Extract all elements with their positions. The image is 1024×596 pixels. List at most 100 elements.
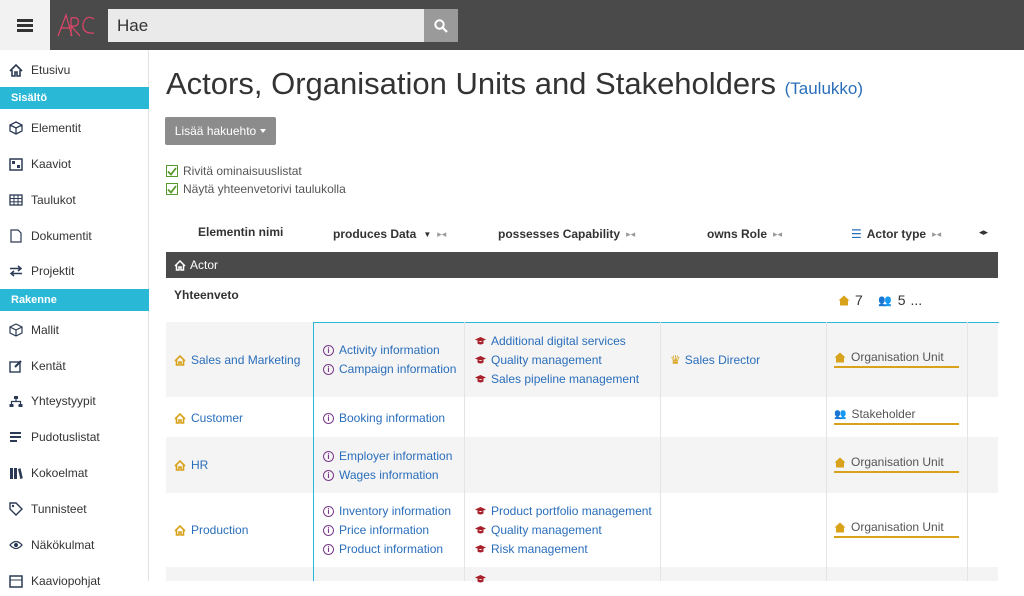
column-header-type[interactable]: ☰ Actor type ▸◂ bbox=[851, 227, 941, 241]
capability-item[interactable] bbox=[475, 574, 491, 584]
data-link[interactable]: Product information bbox=[339, 542, 443, 556]
exchange-icon bbox=[8, 264, 23, 278]
sidebar-item-kokoelmat[interactable]: Kokoelmat bbox=[0, 458, 149, 488]
actor-type-label: Organisation Unit bbox=[851, 520, 944, 534]
capability-item[interactable]: Risk management bbox=[475, 542, 588, 556]
template-icon bbox=[8, 574, 23, 588]
data-item[interactable]: i Booking information bbox=[323, 411, 445, 425]
row-name-link[interactable]: Sales and Marketing bbox=[191, 353, 300, 367]
org-unit-icon bbox=[834, 457, 846, 467]
actor-type-tag[interactable]: Organisation Unit bbox=[834, 520, 959, 538]
checkbox-checked-icon bbox=[166, 165, 178, 177]
sidebar-item-yhteystyypit[interactable]: Yhteystyypit bbox=[0, 386, 149, 416]
info-icon: i bbox=[323, 344, 334, 356]
column-header-possesses[interactable]: possesses Capability ▸◂ bbox=[498, 227, 635, 241]
sidebar-item-kaaviot[interactable]: Kaaviot bbox=[0, 149, 149, 179]
capability-link[interactable]: Quality management bbox=[491, 353, 602, 367]
crown-icon: ♛ bbox=[670, 353, 681, 367]
capability-item[interactable]: Quality management bbox=[475, 523, 602, 537]
sort-desc-icon[interactable]: ▼ bbox=[423, 230, 431, 239]
sidebar-item-etusivu[interactable]: Etusivu bbox=[0, 55, 149, 85]
show-summary-checkbox[interactable]: Näytä yhteenvetorivi taulukolla bbox=[166, 182, 346, 196]
graduation-cap-icon bbox=[475, 526, 486, 534]
data-item[interactable]: i Product information bbox=[323, 542, 443, 556]
table-row-name[interactable]: Sales and Marketing bbox=[174, 353, 300, 367]
row-name-link[interactable]: Customer bbox=[191, 411, 243, 425]
capability-link[interactable]: Quality management bbox=[491, 523, 602, 537]
capability-link[interactable]: Risk management bbox=[491, 542, 588, 556]
role-item[interactable]: ♛ Sales Director bbox=[670, 353, 760, 367]
wrap-lists-checkbox[interactable]: Rivitä ominaisuuslistat bbox=[166, 164, 302, 178]
role-link[interactable]: Sales Director bbox=[685, 353, 760, 367]
sidebar-item-tunnisteet[interactable]: Tunnisteet bbox=[0, 494, 149, 524]
actor-type-tag[interactable]: 👥 Stakeholder bbox=[834, 407, 959, 425]
data-link[interactable]: Wages information bbox=[339, 468, 439, 482]
sidebar-item-elementit[interactable]: Elementit bbox=[0, 113, 149, 143]
data-item[interactable]: i Employer information bbox=[323, 449, 452, 463]
capability-item[interactable]: Sales pipeline management bbox=[475, 372, 639, 386]
sidebar-item-kentat[interactable]: Kentät bbox=[0, 351, 149, 381]
info-icon: i bbox=[323, 450, 334, 462]
sidebar-item-kaaviopohjat[interactable]: Kaaviopohjat bbox=[0, 566, 149, 596]
actor-type-tag[interactable]: Organisation Unit bbox=[834, 350, 959, 368]
sidebar-item-label: Kokoelmat bbox=[31, 466, 88, 480]
search-input[interactable] bbox=[108, 9, 424, 42]
sidebar-item-pudotuslistat[interactable]: Pudotuslistat bbox=[0, 422, 149, 452]
group-header-row[interactable]: Actor bbox=[166, 252, 998, 278]
sidebar-item-dokumentit[interactable]: Dokumentit bbox=[0, 221, 149, 251]
sidebar-item-label: Kaaviopohjat bbox=[31, 574, 101, 588]
capability-item[interactable]: Additional digital services bbox=[475, 334, 626, 348]
sidebar-item-label: Kaaviot bbox=[31, 157, 72, 171]
resize-column-icon[interactable]: ▸◂ bbox=[437, 229, 446, 240]
data-link[interactable]: Employer information bbox=[339, 449, 452, 463]
summary-count: 5 bbox=[897, 292, 906, 308]
data-link[interactable]: Inventory information bbox=[339, 504, 451, 518]
data-link[interactable]: Booking information bbox=[339, 411, 445, 425]
resize-column-icon[interactable]: ▸◂ bbox=[932, 229, 941, 240]
search-button[interactable] bbox=[424, 9, 458, 42]
capability-link[interactable]: Additional digital services bbox=[491, 334, 626, 348]
data-link[interactable]: Price information bbox=[339, 523, 429, 537]
column-header-owns[interactable]: owns Role ▸◂ bbox=[707, 227, 782, 241]
sidebar-item-projektit[interactable]: Projektit bbox=[0, 256, 149, 286]
caret-down-icon bbox=[260, 129, 267, 133]
info-icon: i bbox=[323, 363, 334, 375]
data-link[interactable]: Campaign information bbox=[339, 362, 456, 376]
table-row-name[interactable]: HR bbox=[174, 458, 208, 472]
sidebar-item-nakokulmat[interactable]: Näkökulmat bbox=[0, 530, 149, 560]
info-icon: i bbox=[323, 524, 334, 536]
sidebar-section-structure: Rakenne bbox=[0, 289, 149, 311]
capability-item[interactable]: Product portfolio management bbox=[475, 504, 652, 518]
data-item[interactable]: i Wages information bbox=[323, 468, 439, 482]
sidebar-item-taulukot[interactable]: Taulukot bbox=[0, 185, 149, 215]
data-item[interactable]: i Price information bbox=[323, 523, 429, 537]
expand-columns-icon[interactable]: ◂▸ bbox=[979, 227, 988, 238]
column-header-label: possesses Capability bbox=[498, 227, 621, 241]
row-name-link[interactable]: HR bbox=[191, 458, 208, 472]
page-subtitle-link[interactable]: (Taulukko) bbox=[785, 79, 863, 98]
data-item[interactable]: i Inventory information bbox=[323, 504, 451, 518]
resize-column-icon[interactable]: ▸◂ bbox=[773, 229, 782, 240]
actor-type-tag[interactable]: Organisation Unit bbox=[834, 455, 959, 473]
hamburger-menu-button[interactable] bbox=[0, 0, 50, 50]
document-icon bbox=[8, 229, 23, 243]
capability-item[interactable]: Quality management bbox=[475, 353, 602, 367]
sidebar-item-mallit[interactable]: Mallit bbox=[0, 315, 149, 345]
column-header-produces[interactable]: produces Data ▼ ▸◂ bbox=[333, 227, 446, 241]
data-item[interactable]: i Campaign information bbox=[323, 362, 456, 376]
arc-logo bbox=[57, 13, 95, 37]
table-row-name[interactable]: Customer bbox=[174, 411, 243, 425]
table-row-name[interactable]: Production bbox=[174, 523, 248, 537]
info-icon: i bbox=[323, 543, 334, 555]
capability-link[interactable]: Product portfolio management bbox=[491, 504, 652, 518]
row-name-link[interactable]: Production bbox=[191, 523, 248, 537]
resize-column-icon[interactable]: ▸◂ bbox=[626, 229, 635, 240]
column-divider bbox=[464, 322, 465, 581]
column-header-name[interactable]: Elementin nimi bbox=[198, 225, 283, 239]
info-icon: i bbox=[323, 412, 334, 424]
data-link[interactable]: Activity information bbox=[339, 343, 440, 357]
add-filter-button[interactable]: Lisää hakuehto bbox=[165, 117, 276, 145]
data-item[interactable]: i Activity information bbox=[323, 343, 440, 357]
home-icon bbox=[8, 63, 23, 77]
capability-link[interactable]: Sales pipeline management bbox=[491, 372, 639, 386]
